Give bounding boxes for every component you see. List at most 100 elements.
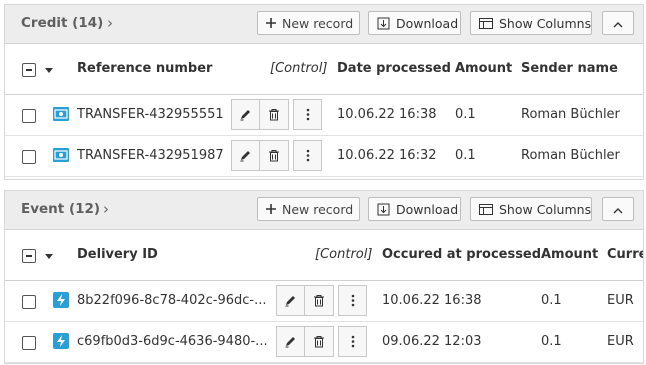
new-record-label: New record (282, 15, 354, 31)
edit-button[interactable] (276, 326, 305, 357)
credit-count: (14) (72, 15, 104, 31)
edit-button[interactable] (231, 99, 260, 130)
delivery-id-cell: 8b22f096-8c78-402c-96dc-... (77, 293, 267, 308)
download-label: Download (396, 201, 459, 217)
date-cell: 10.06.22 16:38 (337, 107, 437, 122)
row-checkbox[interactable] (22, 109, 36, 123)
event-panel-title[interactable]: Event (12) (21, 201, 100, 217)
download-button[interactable]: Download (368, 11, 461, 35)
col-date-processed[interactable]: Date processed (337, 61, 451, 76)
date-cell: 09.06.22 12:03 (382, 334, 482, 349)
delete-button[interactable] (305, 326, 334, 357)
new-record-label: New record (282, 201, 354, 217)
col-control: [Control] (270, 61, 328, 76)
lightning-icon (53, 333, 69, 349)
pencil-icon (285, 296, 295, 307)
more-vertical-icon (306, 149, 309, 162)
caret-down-icon[interactable] (45, 254, 53, 259)
currency-cell: EUR (607, 334, 634, 349)
pencil-icon (240, 110, 250, 121)
event-title-text: Event (21, 201, 65, 217)
plus-icon (266, 204, 276, 214)
columns-icon (479, 203, 493, 215)
caret-down-icon[interactable] (45, 68, 53, 73)
delete-button[interactable] (260, 140, 289, 171)
credit-title-text: Credit (21, 15, 68, 31)
row-controls (276, 326, 334, 357)
chevron-right-icon[interactable]: › (107, 14, 113, 32)
trash-icon (269, 150, 279, 162)
amount-cell: 0.1 (541, 293, 562, 308)
show-columns-label: Show Columns (499, 15, 592, 31)
col-amount[interactable]: Amount (541, 247, 598, 262)
more-vertical-icon (306, 108, 309, 121)
collapse-button[interactable] (602, 197, 634, 221)
sender-cell: Roman Büchler (521, 107, 620, 122)
col-delivery-id[interactable]: Delivery ID (77, 247, 158, 262)
collapse-button[interactable] (602, 11, 634, 35)
transfer-icon (53, 148, 69, 162)
event-panel: Event (12) › New record Download Show Co… (4, 190, 644, 364)
delivery-id-cell: c69fb0d3-6d9c-4636-9480-... (77, 334, 268, 349)
col-reference-number[interactable]: Reference number (77, 61, 212, 76)
date-cell: 10.06.22 16:38 (382, 293, 482, 308)
amount-cell: 0.1 (455, 148, 476, 163)
more-options-button[interactable] (338, 285, 367, 316)
select-all-checkbox[interactable] (22, 249, 36, 263)
table-row[interactable]: TRANSFER-432955551 10.06.22 16:38 0.1 Ro… (5, 95, 643, 136)
row-checkbox[interactable] (22, 295, 36, 309)
col-control: [Control] (315, 247, 373, 262)
col-currency[interactable]: Curre (607, 247, 643, 262)
more-vertical-icon (351, 294, 354, 307)
lightning-icon (53, 292, 69, 308)
amount-cell: 0.1 (455, 107, 476, 122)
pencil-icon (240, 151, 250, 162)
show-columns-button[interactable]: Show Columns (470, 197, 592, 221)
select-all-checkbox[interactable] (22, 63, 36, 77)
transfer-icon (53, 107, 69, 121)
credit-panel-title[interactable]: Credit (14) (21, 15, 103, 31)
new-record-button[interactable]: New record (257, 11, 360, 35)
table-row[interactable]: c69fb0d3-6d9c-4636-9480-... 09.06.22 12:… (5, 322, 643, 363)
more-options-button[interactable] (293, 140, 322, 171)
table-row[interactable]: TRANSFER-432951987 10.06.22 16:32 0.1 Ro… (5, 136, 643, 177)
columns-icon (479, 17, 493, 29)
col-occured-at-processed[interactable]: Occured at processed (382, 247, 541, 262)
table-row[interactable]: 8b22f096-8c78-402c-96dc-... 10.06.22 16:… (5, 281, 643, 322)
reference-cell: TRANSFER-432951987 (77, 148, 224, 163)
edit-button[interactable] (231, 140, 260, 171)
more-vertical-icon (351, 335, 354, 348)
event-count: (12) (68, 201, 101, 217)
chevron-right-icon[interactable]: › (103, 200, 109, 218)
row-checkbox[interactable] (22, 336, 36, 350)
amount-cell: 0.1 (541, 334, 562, 349)
credit-panel-header: Credit (14) › New record Download Show C… (5, 5, 643, 44)
more-options-button[interactable] (293, 99, 322, 130)
event-table-header: Delivery ID [Control] Occured at process… (5, 230, 643, 281)
row-controls (231, 140, 289, 171)
sender-cell: Roman Büchler (521, 148, 620, 163)
show-columns-button[interactable]: Show Columns (470, 11, 592, 35)
col-sender-name[interactable]: Sender name (521, 61, 618, 76)
show-columns-label: Show Columns (499, 201, 592, 217)
row-checkbox[interactable] (22, 150, 36, 164)
trash-icon (314, 295, 324, 307)
pencil-icon (285, 337, 295, 348)
chevron-up-icon (613, 16, 623, 31)
download-icon (377, 17, 390, 30)
download-label: Download (396, 15, 459, 31)
download-button[interactable]: Download (368, 197, 461, 221)
currency-cell: EUR (607, 293, 634, 308)
delete-button[interactable] (260, 99, 289, 130)
reference-cell: TRANSFER-432955551 (77, 107, 224, 122)
credit-table-header: Reference number [Control] Date processe… (5, 44, 643, 95)
trash-icon (269, 109, 279, 121)
chevron-up-icon (613, 202, 623, 217)
delete-button[interactable] (305, 285, 334, 316)
more-options-button[interactable] (338, 326, 367, 357)
download-icon (377, 203, 390, 216)
edit-button[interactable] (276, 285, 305, 316)
new-record-button[interactable]: New record (257, 197, 360, 221)
col-amount[interactable]: Amount (455, 61, 512, 76)
credit-panel: Credit (14) › New record Download Show C… (4, 4, 644, 180)
